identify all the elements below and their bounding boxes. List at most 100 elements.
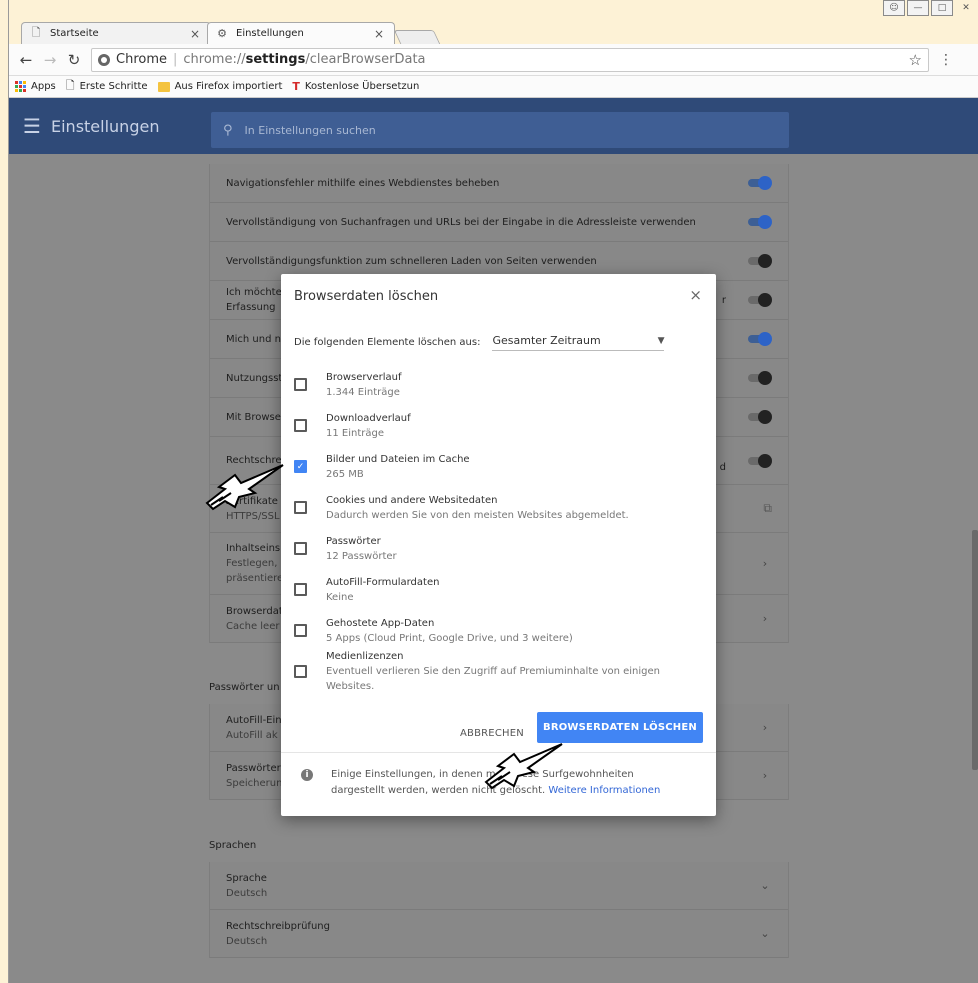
data-type-item[interactable]: Cookies und andere Websitedaten Dadurch w… — [294, 487, 704, 528]
time-range-label: Die folgenden Elemente löschen aus: — [294, 337, 481, 348]
search-placeholder: In Einstellungen suchen — [244, 123, 376, 137]
setting-label-tail: d — [719, 462, 726, 473]
tab-label: Startseite — [50, 28, 99, 39]
item-label: Gehostete App-Daten — [326, 617, 435, 629]
item-label: Downloadverlauf — [326, 412, 411, 424]
footer-text-part: Einige Einstellungen, in denen m — [331, 769, 496, 780]
data-type-item[interactable]: Passwörter 12 Passwörter — [294, 528, 704, 569]
clear-browser-data-button[interactable]: BROWSERDATEN LÖSCHEN — [537, 712, 703, 743]
toggle-switch[interactable] — [748, 215, 772, 229]
url-path: /clearBrowserData — [305, 52, 426, 67]
checkbox[interactable] — [294, 624, 307, 637]
item-text: Downloadverlauf 11 Einträge — [326, 411, 411, 441]
toggle-switch[interactable] — [748, 410, 772, 424]
back-button[interactable]: ← — [15, 49, 37, 71]
hamburger-menu-icon[interactable]: ☰ — [23, 114, 41, 138]
bookmark-erste-schritte[interactable]: 🗋 Erste Schritte — [66, 77, 148, 96]
chevron-down-icon[interactable]: ⌄ — [758, 927, 772, 940]
time-range: Die folgenden Elemente löschen aus: Gesa… — [294, 334, 665, 351]
pointer-cursor-icon — [205, 464, 284, 511]
more-info-link[interactable]: Weitere Informationen — [548, 785, 660, 796]
gear-icon: ⚙ — [217, 27, 227, 40]
data-type-item[interactable]: Downloadverlauf 11 Einträge — [294, 405, 704, 446]
folder-icon — [157, 81, 170, 92]
forward-button[interactable]: → — [39, 49, 61, 71]
apps-icon — [15, 81, 26, 92]
toggle-switch[interactable] — [748, 293, 772, 307]
checkbox[interactable] — [294, 665, 307, 678]
toggle-switch[interactable] — [748, 176, 772, 190]
chevron-right-icon: › — [762, 721, 768, 734]
pointer-cursor-icon — [484, 743, 563, 790]
item-label: AutoFill-Formulardaten — [326, 576, 440, 588]
setting-row[interactable]: Sprache Deutsch ⌄ — [210, 862, 788, 910]
tab-einstellungen[interactable]: ⚙ Einstellungen × — [207, 22, 395, 44]
user-icon[interactable]: ☺ — [883, 0, 905, 16]
chevron-right-icon: › — [762, 769, 768, 782]
maximize-button[interactable]: □ — [931, 0, 953, 16]
close-icon[interactable]: × — [372, 27, 386, 41]
settings-search-input[interactable]: ⚲ In Einstellungen suchen — [211, 112, 789, 148]
chevron-right-icon: › — [762, 557, 768, 570]
tab-strip: 🗋 Startseite × ⚙ Einstellungen × ☺ — □ ✕ — [9, 0, 978, 44]
menu-icon[interactable]: ⋮ — [939, 52, 953, 68]
url-scheme: chrome:// — [183, 52, 246, 67]
bookmark-label: Erste Schritte — [79, 81, 148, 92]
checkbox[interactable] — [294, 542, 307, 555]
toggle-switch[interactable] — [748, 332, 772, 346]
setting-label-tail: r — [721, 294, 726, 306]
settings-header: ☰ Einstellungen ⚲ In Einstellungen suche… — [9, 98, 978, 154]
close-icon[interactable]: × — [689, 286, 702, 304]
page-icon: 🗋 — [31, 26, 41, 39]
bookmark-apps[interactable]: Apps — [15, 81, 56, 92]
item-sub: Keine — [326, 591, 354, 603]
bookmark-label: Apps — [31, 81, 56, 92]
item-text: Bilder und Dateien im Cache 265 MB — [326, 452, 470, 482]
checkbox[interactable] — [294, 378, 307, 391]
minimize-button[interactable]: — — [907, 0, 929, 16]
data-type-item[interactable]: Gehostete App-Daten 5 Apps (Cloud Print, … — [294, 610, 704, 651]
checkbox[interactable] — [294, 583, 307, 596]
search-icon: ⚲ — [223, 122, 233, 138]
setting-label: Vervollständigungsfunktion zum schneller… — [226, 255, 597, 267]
address-bar[interactable]: Chrome | chrome://settings/clearBrowserD… — [91, 47, 929, 72]
toggle-switch[interactable] — [748, 453, 772, 468]
close-icon[interactable]: × — [188, 27, 202, 41]
setting-row[interactable]: Vervollständigung von Suchanfragen und U… — [210, 203, 788, 242]
toggle-switch[interactable] — [748, 254, 772, 268]
time-range-select[interactable]: Gesamter Zeitraum ▼ — [492, 334, 665, 351]
bookmark-translate[interactable]: T Kostenlose Übersetzun — [292, 80, 419, 93]
item-sub: Eventuell verlieren Sie den Zugriff auf … — [326, 666, 661, 692]
setting-row[interactable]: Navigationsfehler mithilfe eines Webdien… — [210, 164, 788, 203]
data-type-item[interactable]: Browserverlauf 1.344 Einträge — [294, 364, 704, 405]
bookmark-firefox-folder[interactable]: Aus Firefox importiert — [157, 81, 282, 92]
tab-startseite[interactable]: 🗋 Startseite × — [21, 22, 211, 44]
section-title-passwords: Passwörter un — [209, 682, 280, 693]
chevron-down-icon[interactable]: ⌄ — [758, 879, 772, 892]
close-window-button[interactable]: ✕ — [955, 0, 977, 16]
data-type-item[interactable]: ✓ Bilder und Dateien im Cache 265 MB — [294, 446, 704, 487]
item-text: Medienlizenzen Eventuell verlieren Sie de… — [326, 649, 704, 694]
checkbox[interactable] — [294, 501, 307, 514]
data-type-item[interactable]: Medienlizenzen Eventuell verlieren Sie de… — [294, 651, 704, 692]
item-label: Cookies und andere Websitedaten — [326, 494, 498, 506]
scrollbar-thumb[interactable] — [972, 530, 978, 770]
checkbox[interactable] — [294, 419, 307, 432]
toggle-switch[interactable] — [748, 371, 772, 385]
setting-label: Navigationsfehler mithilfe eines Webdien… — [226, 177, 500, 189]
toolbar: ← → ↻ Chrome | chrome://settings/clearBr… — [9, 44, 978, 76]
setting-row[interactable]: Rechtschreibprüfung Deutsch ⌄ — [210, 910, 788, 958]
reload-button[interactable]: ↻ — [63, 49, 85, 71]
item-sub: 265 MB — [326, 468, 364, 480]
external-link-icon[interactable]: ⧉ — [763, 501, 772, 516]
scrollbar[interactable] — [971, 154, 978, 983]
item-text: Cookies und andere Websitedaten Dadurch w… — [326, 493, 629, 523]
clear-browser-data-dialog: Browserdaten löschen × Die folgenden Ele… — [281, 274, 716, 816]
checkbox-checked[interactable]: ✓ — [294, 460, 307, 473]
page-title: Einstellungen — [51, 117, 160, 136]
bookmark-star-icon[interactable]: ☆ — [909, 51, 922, 69]
new-tab-button[interactable] — [393, 30, 441, 44]
data-type-item[interactable]: AutoFill-Formulardaten Keine — [294, 569, 704, 610]
item-label: Medienlizenzen — [326, 651, 404, 662]
item-sub: Dadurch werden Sie von den meisten Websi… — [326, 509, 629, 521]
